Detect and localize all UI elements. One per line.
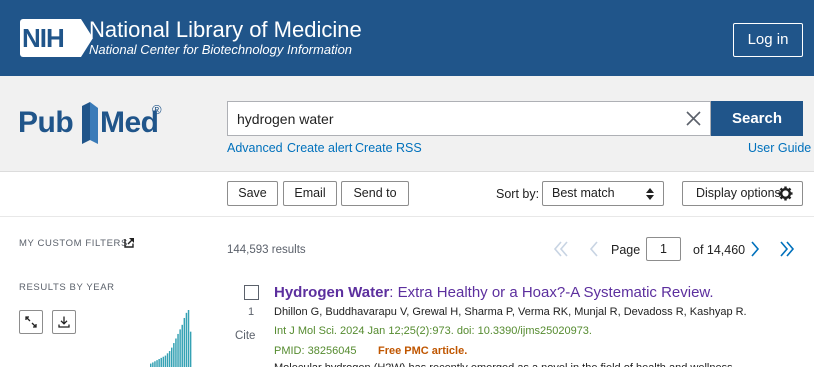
- year-bar[interactable]: [152, 362, 154, 367]
- cite-button[interactable]: Cite: [235, 330, 255, 342]
- my-custom-filters-heading[interactable]: MY CUSTOM FILTERS: [19, 238, 128, 249]
- year-bar[interactable]: [154, 361, 156, 367]
- next-page-icon[interactable]: [747, 240, 763, 258]
- pubmed-logo-pub: Pub: [18, 106, 74, 139]
- display-options-label: Display options: [696, 186, 781, 200]
- toolbar-divider: [0, 171, 814, 172]
- results-count: 144,593 results: [227, 244, 306, 256]
- free-pmc-badge: Free PMC article.: [378, 345, 468, 357]
- year-bar[interactable]: [162, 356, 165, 367]
- nih-logo[interactable]: NIH: [20, 19, 93, 57]
- article-authors: Dhillon G, Buddhavarapu V, Grewal H, Sha…: [274, 306, 747, 318]
- result-number: 1: [248, 306, 255, 318]
- toolbar-divider-lower: [0, 216, 814, 217]
- display-options-button[interactable]: Display options: [682, 181, 803, 206]
- gear-icon: [778, 186, 793, 201]
- year-bar[interactable]: [189, 331, 192, 367]
- nih-header: NIH National Library of Medicine Nationa…: [0, 0, 814, 76]
- download-chart-button[interactable]: [52, 310, 76, 334]
- sort-label: Sort by:: [496, 187, 540, 201]
- send-to-button[interactable]: Send to: [341, 181, 409, 206]
- nih-logo-text: NIH: [22, 23, 65, 53]
- search-input[interactable]: [228, 102, 674, 135]
- pubmed-logo-med: Med: [100, 106, 159, 139]
- year-bar[interactable]: [183, 317, 186, 367]
- article-pmid: PMID: 38256045: [274, 345, 357, 357]
- year-bar[interactable]: [179, 329, 181, 367]
- pubmed-logo[interactable]: Pub Med ®: [18, 100, 168, 146]
- article-title-highlight: Hydrogen Water: [274, 284, 390, 301]
- article-journal: Int J Mol Sci. 2024 Jan 12;25(2):973. do…: [274, 325, 592, 337]
- save-button[interactable]: Save: [227, 181, 278, 206]
- create-alert-link[interactable]: Create alert: [287, 141, 352, 155]
- search-band: Pub Med ® Search Advanced Create alert C…: [0, 76, 814, 171]
- sort-select[interactable]: Best match: [542, 181, 664, 206]
- first-page-icon[interactable]: [553, 240, 569, 258]
- pubmed-book-icon: [82, 102, 98, 144]
- expand-icon: [25, 316, 37, 328]
- external-link-icon[interactable]: [124, 237, 135, 248]
- year-bar[interactable]: [185, 312, 188, 367]
- pubmed-logo-registered: ®: [152, 102, 162, 117]
- results-by-year-heading: RESULTS BY YEAR: [19, 282, 115, 293]
- sort-value: Best match: [552, 186, 615, 200]
- year-bar[interactable]: [181, 324, 183, 367]
- year-bar[interactable]: [164, 355, 167, 367]
- year-bar[interactable]: [150, 363, 152, 367]
- article-title-rest: : Extra Healthy or a Hoax?-A Systematic …: [389, 284, 714, 301]
- year-bar[interactable]: [166, 353, 169, 367]
- article-title-link[interactable]: Hydrogen Water: Extra Healthy or a Hoax?…: [274, 284, 714, 301]
- year-bar[interactable]: [160, 357, 162, 367]
- page-total: of 14,460: [693, 243, 746, 257]
- create-rss-link[interactable]: Create RSS: [355, 141, 422, 155]
- search-box: [227, 101, 711, 136]
- ncbi-subtitle: National Center for Biotechnology Inform…: [89, 42, 353, 57]
- year-bar[interactable]: [175, 338, 177, 367]
- year-bar[interactable]: [156, 360, 158, 367]
- year-bar[interactable]: [158, 359, 160, 367]
- sort-arrows-icon: [646, 188, 654, 200]
- login-button[interactable]: Log in: [733, 23, 803, 57]
- page-number-input[interactable]: [646, 237, 681, 261]
- article-snippet: Molecular hydrogen (H2W) has recently em…: [274, 362, 814, 367]
- email-button[interactable]: Email: [283, 181, 337, 206]
- clear-icon[interactable]: [685, 110, 702, 127]
- result-checkbox[interactable]: [244, 285, 259, 300]
- nlm-title[interactable]: National Library of Medicine: [89, 18, 362, 42]
- advanced-link[interactable]: Advanced: [227, 141, 283, 155]
- year-bar[interactable]: [177, 333, 179, 367]
- search-button[interactable]: Search: [711, 101, 803, 136]
- last-page-icon[interactable]: [779, 240, 795, 258]
- download-icon: [58, 316, 70, 328]
- results-by-year-chart[interactable]: [150, 310, 192, 367]
- expand-chart-button[interactable]: [19, 310, 43, 334]
- previous-page-icon[interactable]: [586, 240, 602, 258]
- year-bar[interactable]: [171, 347, 173, 367]
- year-bar[interactable]: [173, 343, 175, 367]
- year-bar[interactable]: [168, 351, 171, 367]
- page-label: Page: [611, 243, 641, 257]
- year-bar[interactable]: [187, 310, 190, 367]
- user-guide-link[interactable]: User Guide: [748, 141, 811, 155]
